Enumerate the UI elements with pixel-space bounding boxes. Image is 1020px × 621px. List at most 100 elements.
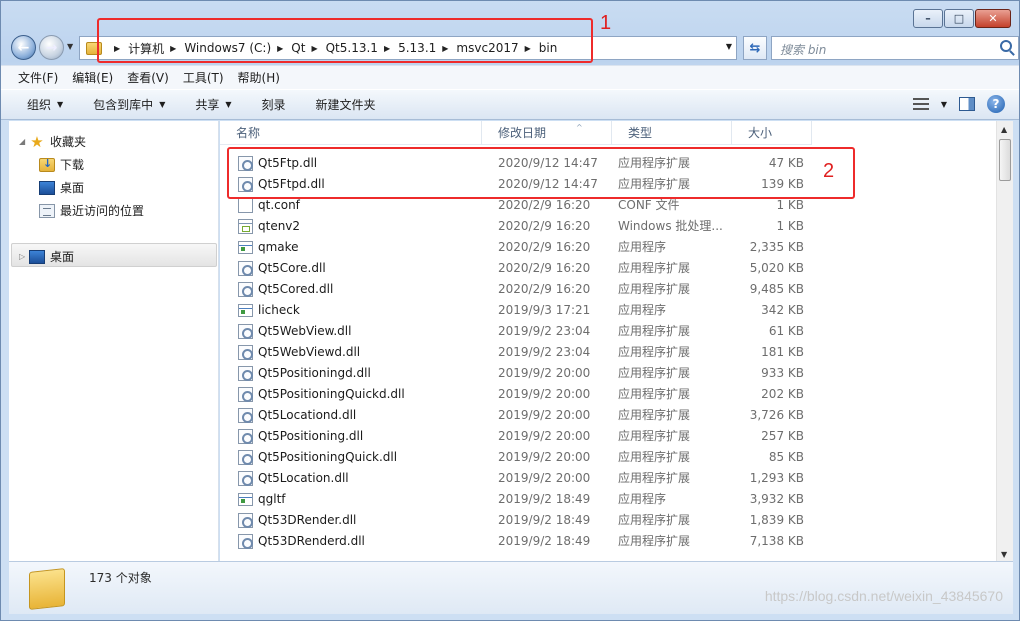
views-dropdown-icon[interactable]: ▼ <box>941 100 947 109</box>
file-name: Qt5Locationd.dll <box>258 408 357 422</box>
file-date: 2019/9/2 18:49 <box>498 513 591 527</box>
column-name[interactable]: 名称 <box>220 121 482 145</box>
nav-recent[interactable]: 最近访问的位置 <box>39 202 144 219</box>
file-size: 3,726 KB <box>749 408 804 422</box>
file-name: qtenv2 <box>258 219 301 233</box>
new-folder-label: 新建文件夹 <box>315 98 376 112</box>
file-type: 应用程序 <box>618 303 667 317</box>
table-row[interactable]: Qt5Core.dll 2020/2/9 16:20 应用程序扩展 5,020 KB <box>220 258 812 279</box>
refresh-button[interactable]: ⇆ <box>743 36 767 60</box>
help-icon[interactable]: ? <box>987 95 1005 113</box>
column-type[interactable]: 类型 <box>612 121 732 145</box>
table-row[interactable]: qgltf 2019/9/2 18:49 应用程序 3,932 KB <box>220 489 812 510</box>
vertical-scrollbar[interactable]: ▲ ▼ <box>996 121 1013 561</box>
exe-file-icon <box>238 304 253 317</box>
menu-view[interactable]: 查看(V) <box>127 69 169 86</box>
file-type: 应用程序扩展 <box>618 429 691 443</box>
table-row[interactable]: Qt5Location.dll 2019/9/2 20:00 应用程序扩展 1,293… <box>220 468 812 489</box>
view-controls: ▼ ? <box>901 95 1005 113</box>
table-row[interactable]: Qt5Locationd.dll 2019/9/2 20:00 应用程序扩展 3,72… <box>220 405 812 426</box>
chevron-down-icon: ▼ <box>57 100 64 109</box>
search-input[interactable]: 搜索 bin <box>771 36 1019 60</box>
table-row[interactable]: qmake 2020/2/9 16:20 应用程序 2,335 KB <box>220 237 812 258</box>
minimize-button[interactable]: – <box>913 9 943 28</box>
file-size: 1,839 KB <box>749 513 804 527</box>
share-button[interactable]: 共享 ▼ <box>195 96 231 113</box>
nav-desktop-favorite[interactable]: 桌面 <box>39 179 84 196</box>
file-date: 2019/9/2 20:00 <box>498 366 591 380</box>
organize-button[interactable]: 组织 ▼ <box>27 96 63 113</box>
nav-favorites[interactable]: ◢ ★ 收藏夹 <box>19 133 86 150</box>
close-button[interactable]: ✕ <box>975 9 1011 28</box>
menu-edit[interactable]: 编辑(E) <box>72 69 113 86</box>
file-date: 2019/9/2 23:04 <box>498 324 591 338</box>
dll-file-icon <box>238 471 253 486</box>
maximize-button[interactable]: □ <box>944 9 974 28</box>
preview-pane-icon[interactable] <box>959 97 975 111</box>
file-size: 181 KB <box>761 345 804 359</box>
table-row[interactable]: Qt5PositioningQuick.dll 2019/9/2 20:00 应用程… <box>220 447 812 468</box>
exe-file-icon <box>238 241 253 254</box>
expand-icon[interactable]: ◢ <box>19 137 29 146</box>
search-placeholder: 搜索 bin <box>780 43 827 57</box>
file-type: 应用程序扩展 <box>618 282 691 296</box>
file-type: 应用程序扩展 <box>618 366 691 380</box>
file-size: 9,485 KB <box>749 282 804 296</box>
menu-tools[interactable]: 工具(T) <box>183 69 224 86</box>
file-date: 2019/9/2 20:00 <box>498 408 591 422</box>
file-date: 2019/9/2 18:49 <box>498 492 591 506</box>
annotation-label-1: 1 <box>600 12 612 34</box>
caption-buttons: – □ ✕ <box>912 9 1011 28</box>
dll-file-icon <box>238 513 253 528</box>
file-name: Qt5PositioningQuickd.dll <box>258 387 405 401</box>
table-row[interactable]: Qt5WebView.dll 2019/9/2 23:04 应用程序扩展 61 KB <box>220 321 812 342</box>
nav-downloads-label: 下载 <box>60 158 85 172</box>
download-folder-icon <box>39 157 55 172</box>
back-button[interactable]: ← <box>11 35 36 60</box>
nav-desktop[interactable]: ▷ 桌面 <box>19 248 74 265</box>
table-row[interactable]: Qt53DRenderd.dll 2019/9/2 18:49 应用程序扩展 7,13… <box>220 531 812 552</box>
table-row[interactable]: Qt5Positioning.dll 2019/9/2 20:00 应用程序扩展 25… <box>220 426 812 447</box>
organize-label: 组织 <box>27 98 52 112</box>
menu-file[interactable]: 文件(F) <box>18 69 58 86</box>
file-type: 应用程序扩展 <box>618 324 691 338</box>
nav-downloads[interactable]: 下载 <box>39 156 84 173</box>
file-type: 应用程序 <box>618 240 667 254</box>
file-name: Qt5WebView.dll <box>258 324 352 338</box>
table-row[interactable]: Qt5WebViewd.dll 2019/9/2 23:04 应用程序扩展 181 K… <box>220 342 812 363</box>
new-folder-button[interactable]: 新建文件夹 <box>316 96 376 113</box>
file-type: 应用程序扩展 <box>618 345 691 359</box>
search-icon[interactable] <box>1000 40 1012 52</box>
column-size[interactable]: 大小 <box>732 121 812 145</box>
include-library-button[interactable]: 包含到库中 ▼ <box>93 96 165 113</box>
burn-button[interactable]: 刻录 <box>262 96 286 113</box>
file-type: Windows 批处理... <box>618 219 723 233</box>
table-row[interactable]: Qt5PositioningQuickd.dll 2019/9/2 20:00 应用… <box>220 384 812 405</box>
table-row[interactable]: qtenv2 2020/2/9 16:20 Windows 批处理... 1 KB <box>220 216 812 237</box>
menu-help[interactable]: 帮助(H) <box>238 69 280 86</box>
column-date[interactable]: 修改日期 ^ <box>482 121 612 145</box>
file-date: 2020/2/9 16:20 <box>498 240 591 254</box>
dll-file-icon <box>238 387 253 402</box>
views-icon[interactable] <box>912 98 929 110</box>
annotation-label-2: 2 <box>823 160 835 182</box>
table-row[interactable]: Qt5Cored.dll 2020/2/9 16:20 应用程序扩展 9,485 KB <box>220 279 812 300</box>
table-row[interactable]: Qt5Positioningd.dll 2019/9/2 20:00 应用程序扩展 9… <box>220 363 812 384</box>
scroll-up-icon[interactable]: ▲ <box>1001 125 1007 134</box>
column-date-label: 修改日期 <box>498 126 547 140</box>
collapse-icon[interactable]: ▷ <box>19 252 29 261</box>
file-name: Qt5Positioning.dll <box>258 429 364 443</box>
table-row[interactable]: Qt53DRender.dll 2019/9/2 18:49 应用程序扩展 1,839… <box>220 510 812 531</box>
details-pane: 173 个对象 https://blog.csdn.net/weixin_438… <box>9 561 1013 614</box>
file-name: qmake <box>258 240 299 254</box>
history-dropdown-icon[interactable]: ▼ <box>67 42 73 51</box>
conf-file-icon <box>238 198 253 213</box>
file-size: 7,138 KB <box>749 534 804 548</box>
file-name: Qt5Core.dll <box>258 261 326 275</box>
file-date: 2019/9/2 20:00 <box>498 429 591 443</box>
scroll-down-icon[interactable]: ▼ <box>1001 550 1007 559</box>
table-row[interactable]: licheck 2019/9/3 17:21 应用程序 342 KB <box>220 300 812 321</box>
scrollbar-thumb[interactable] <box>999 139 1011 181</box>
address-dropdown-icon[interactable]: ▼ <box>726 42 732 51</box>
forward-button[interactable]: → <box>39 35 64 60</box>
